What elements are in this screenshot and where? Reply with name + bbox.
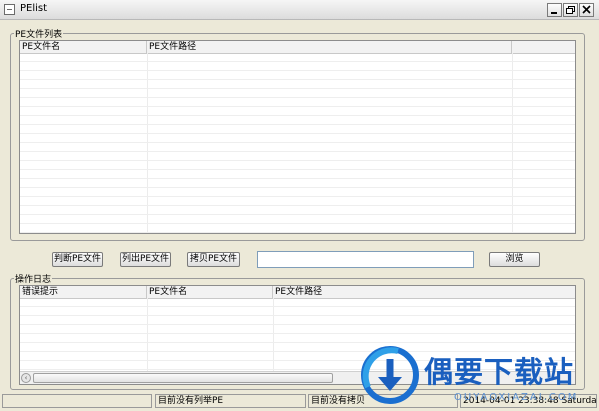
close-icon xyxy=(582,5,591,14)
log-group: 操作日志 错误提示 PE文件名 PE文件路径 ‹ xyxy=(10,272,585,390)
column-header-log-pe-name[interactable]: PE文件名 xyxy=(147,286,273,298)
close-button[interactable] xyxy=(579,3,594,17)
status-panel-list: 目前没有列举PE xyxy=(155,394,306,408)
scroll-left-icon[interactable]: ‹ xyxy=(21,373,31,383)
app-menu-icon[interactable] xyxy=(4,4,15,15)
restore-icon xyxy=(566,6,575,14)
window-title: PElist xyxy=(20,3,48,14)
minimize-icon xyxy=(551,12,557,14)
list-pe-button[interactable]: 列出PE文件 xyxy=(120,252,171,267)
title-bar: PElist xyxy=(0,0,599,20)
browse-button[interactable]: 浏览 xyxy=(489,252,540,267)
log-list[interactable]: 错误提示 PE文件名 PE文件路径 ‹ xyxy=(19,285,576,385)
column-header-pe-path[interactable]: PE文件路径 xyxy=(147,41,512,53)
path-input[interactable] xyxy=(257,251,474,268)
copy-pe-button[interactable]: 拷贝PE文件 xyxy=(187,252,240,267)
scrollbar-thumb[interactable] xyxy=(33,373,333,383)
pe-list-rows xyxy=(20,53,575,233)
judge-pe-button[interactable]: 判断PE文件 xyxy=(52,252,103,267)
status-panel-1 xyxy=(2,394,152,408)
column-header-pe-name[interactable]: PE文件名 xyxy=(20,41,147,53)
log-group-label: 操作日志 xyxy=(14,272,53,285)
status-panel-datetime: 2014-04-01 23:38:48 Saturday xyxy=(460,394,597,408)
pe-list-group-label: PE文件列表 xyxy=(14,27,64,40)
pe-list-group: PE文件列表 PE文件名 PE文件路径 xyxy=(10,27,585,241)
restore-button[interactable] xyxy=(563,3,578,17)
column-header-error[interactable]: 错误提示 xyxy=(20,286,147,298)
status-panel-copy: 目前没有拷贝 xyxy=(308,394,458,408)
log-horizontal-scrollbar[interactable]: ‹ xyxy=(20,371,575,384)
column-header-log-pe-path[interactable]: PE文件路径 xyxy=(273,286,575,298)
minimize-button[interactable] xyxy=(547,3,562,17)
status-bar: 目前没有列举PE 目前没有拷贝 2014-04-01 23:38:48 Satu… xyxy=(0,393,599,411)
pe-file-list[interactable]: PE文件名 PE文件路径 xyxy=(19,40,576,234)
